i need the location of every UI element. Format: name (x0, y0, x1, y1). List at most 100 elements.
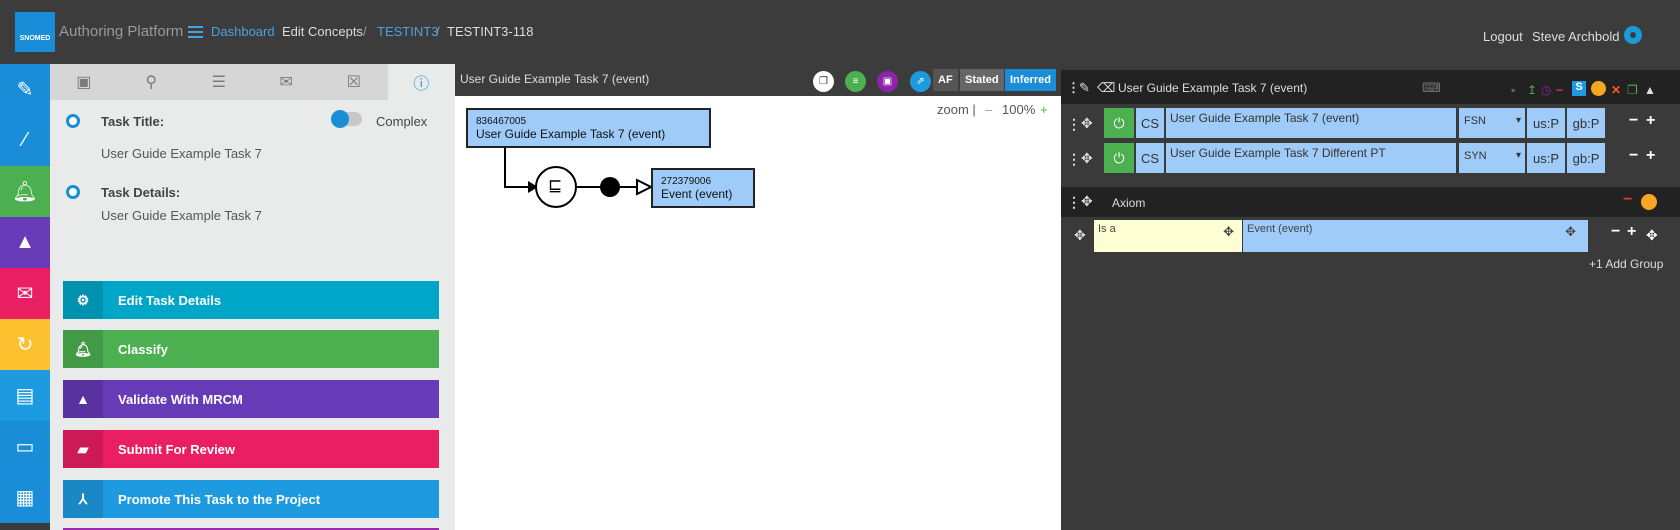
submit-for-review-button[interactable]: ▰ Submit For Review (63, 430, 439, 468)
left-sidebar: ✎ ⁄ 🔔︎ ▲ ✉ ↻ ▤ ▭ ▦ (0, 64, 50, 530)
description-row: ⋮ ✥ ⏻ CS User Guide Example Task 7 Diffe… (1061, 143, 1680, 177)
validate-mrcm-button[interactable]: ▲ Validate With MRCM (63, 380, 439, 418)
snomed-logo[interactable]: SNOMED (15, 12, 55, 52)
graduation-cap-icon[interactable]: ▲ (0, 217, 50, 268)
move-icon[interactable]: ✥ (1565, 224, 1576, 240)
tab-batch-icon[interactable]: ☒ (320, 64, 388, 100)
axiom-header: ⋮ ✥ Axiom − (1061, 187, 1680, 217)
logo-text: SNOMED (19, 35, 51, 42)
move-icon[interactable]: ✥ (1081, 150, 1093, 167)
user-name[interactable]: Steve Archbold (1532, 29, 1619, 44)
close-icon[interactable]: ✕ (1611, 83, 1621, 97)
task-title-label: Task Title: (101, 114, 165, 129)
breadcrumb-project[interactable]: TESTINT3 (377, 24, 438, 39)
tab-info-icon[interactable]: ⓘ (387, 64, 455, 100)
tab-messages-icon[interactable]: ✉ (253, 64, 321, 100)
description-row: ⋮ ✥ ⏻ CS User Guide Example Task 7 (even… (1061, 108, 1680, 142)
classify-button[interactable]: 🔔︎ Classify (63, 330, 439, 368)
drag-handle-icon[interactable]: ⋮ (1067, 151, 1081, 168)
case-significance[interactable]: CS (1136, 143, 1164, 173)
graduation-cap-icon: ▲ (63, 380, 103, 418)
keyboard-icon[interactable]: ⌨ (1422, 80, 1441, 96)
collapse-icon[interactable]: ▲ (1644, 83, 1656, 97)
sync-icon[interactable]: ↻ (0, 319, 50, 370)
move-icon[interactable]: ✥ (1646, 227, 1658, 244)
breadcrumb-edit-concepts[interactable]: Edit Concepts (282, 24, 363, 39)
axiom-status-dot-icon[interactable] (1641, 194, 1657, 210)
move-icon[interactable]: ✥ (1074, 227, 1086, 244)
task-details-value: User Guide Example Task 7 (101, 208, 262, 223)
logout-link[interactable]: Logout (1483, 29, 1523, 44)
gb-acceptability[interactable]: gb:P (1567, 108, 1605, 138)
promote-task-button[interactable]: ⅄ Promote This Task to the Project (63, 480, 439, 518)
case-significance[interactable]: CS (1136, 108, 1164, 138)
move-icon[interactable]: ✥ (1081, 193, 1093, 210)
envelope-icon[interactable]: ✉ (0, 268, 50, 319)
complex-label: Complex (376, 114, 428, 129)
edit-icon[interactable]: ✎ (1079, 80, 1090, 96)
chat-icon: ▰ (63, 430, 103, 468)
remove-icon[interactable]: − (1556, 83, 1563, 97)
relationship-type-text: Is a (1098, 223, 1116, 235)
add-relationship-button[interactable]: + (1627, 223, 1636, 241)
history-icon[interactable]: ◷ (1541, 83, 1551, 97)
grid-icon[interactable]: ▦ (0, 472, 50, 523)
promote-icon[interactable]: ↥ (1527, 83, 1537, 97)
message-icon[interactable]: ▤ (0, 370, 50, 421)
tab-saved-list-icon[interactable]: ▣ (50, 64, 118, 100)
axiom-label: Axiom (1112, 196, 1146, 210)
move-icon[interactable]: ✥ (1081, 115, 1093, 132)
description-type-select[interactable]: FSN (1459, 108, 1525, 138)
tab-list-icon[interactable]: ☰ (185, 64, 253, 100)
add-description-button[interactable]: + (1646, 112, 1655, 130)
active-toggle-power-icon[interactable]: ⏻ (1104, 143, 1134, 173)
move-icon[interactable]: ✥ (1223, 224, 1234, 240)
relationship-target-text: Event (event) (1247, 223, 1313, 235)
remove-description-button[interactable]: − (1629, 147, 1638, 165)
description-type-select[interactable]: SYN (1459, 143, 1525, 173)
us-acceptability[interactable]: us:P (1527, 143, 1565, 173)
conjunction-node (600, 177, 620, 197)
task-title-radio (66, 114, 80, 128)
us-acceptability[interactable]: us:P (1527, 108, 1565, 138)
add-group-button[interactable]: +1 Add Group (1589, 257, 1663, 271)
relationship-type-input[interactable]: Is a ✥ (1094, 220, 1242, 252)
hamburger-menu-icon[interactable] (188, 26, 203, 38)
status-dot-icon[interactable] (1591, 81, 1606, 96)
save-icon[interactable]: ▪ (1511, 83, 1515, 97)
clear-icon[interactable]: ⌫ (1097, 80, 1115, 96)
s-icon[interactable]: S (1572, 81, 1586, 96)
description-term-input[interactable]: User Guide Example Task 7 Different PT (1166, 143, 1456, 173)
parent-concept-term: Event (event) (661, 187, 733, 201)
top-bar: SNOMED Authoring Platform Dashboard Edit… (0, 0, 1680, 64)
breadcrumb-dashboard[interactable]: Dashboard (211, 24, 275, 39)
bell-icon[interactable]: 🔔︎ (0, 166, 50, 217)
concept-editor: ⋮ ✎ ⌫ User Guide Example Task 7 (event) … (1061, 64, 1680, 530)
classify-label: Classify (118, 341, 168, 357)
edit-icon[interactable]: ✎ (0, 64, 50, 115)
editor-header: ⋮ ✎ ⌫ User Guide Example Task 7 (event) … (1061, 70, 1680, 104)
remove-axiom-button[interactable]: − (1623, 191, 1632, 209)
drag-handle-icon[interactable]: ⋮ (1067, 194, 1081, 211)
diagram-panel: User Guide Example Task 7 (event) ❐ ≡ ▣ … (455, 64, 1061, 530)
app-title: Authoring Platform (59, 23, 184, 40)
tab-search-icon[interactable]: ⚲ (118, 64, 186, 100)
complex-toggle[interactable] (331, 110, 362, 128)
relationship-target-input[interactable]: Event (event) ✥ (1243, 220, 1588, 252)
remove-description-button[interactable]: − (1629, 112, 1638, 130)
edit-task-details-button[interactable]: ⚙ Edit Task Details (63, 281, 439, 319)
gb-acceptability[interactable]: gb:P (1567, 143, 1605, 173)
copy-icon[interactable]: ❐ (1627, 83, 1638, 97)
browser-window-icon[interactable]: ▭ (0, 421, 50, 472)
wand-icon[interactable]: ⁄ (0, 115, 50, 166)
bell-icon: 🔔︎ (63, 330, 103, 368)
settings-gear-icon[interactable] (1624, 26, 1642, 44)
remove-relationship-button[interactable]: − (1611, 223, 1620, 241)
active-toggle-power-icon[interactable]: ⏻ (1104, 108, 1134, 138)
drag-handle-icon[interactable]: ⋮ (1067, 116, 1081, 133)
parent-concept-box[interactable]: 272379006 Event (event) (651, 168, 755, 208)
add-description-button[interactable]: + (1646, 147, 1655, 165)
editor-title: User Guide Example Task 7 (event) (1118, 81, 1308, 95)
subsumption-symbol: ⊑ (548, 176, 563, 195)
description-term-input[interactable]: User Guide Example Task 7 (event) (1166, 108, 1456, 138)
